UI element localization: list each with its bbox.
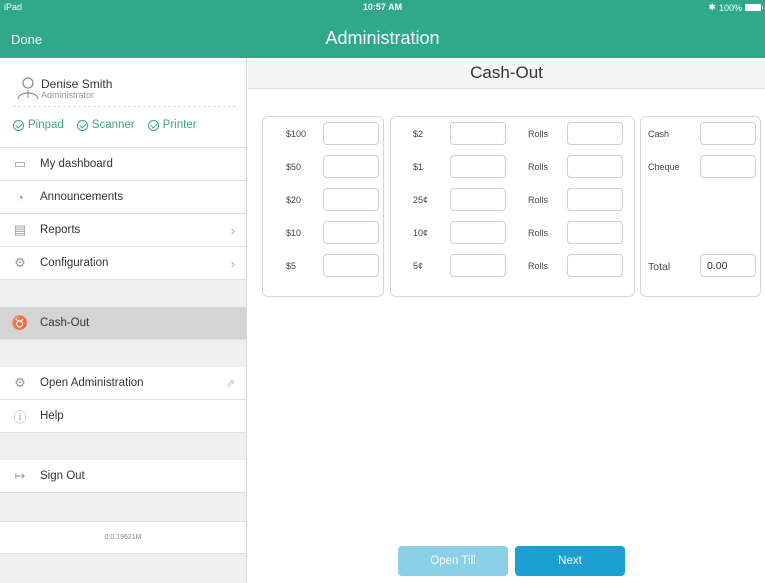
sidebar-item-label: Open Administration bbox=[40, 377, 144, 389]
announcement-icon: ◔ bbox=[16, 189, 24, 205]
nav-bar: Done Administration bbox=[0, 18, 765, 58]
coin-2-rolls-input[interactable] bbox=[567, 122, 623, 145]
sidebar-item-help[interactable]: ⓘ Help bbox=[0, 400, 246, 433]
open-till-button[interactable]: Open Till bbox=[398, 546, 508, 576]
bill-50-input[interactable] bbox=[323, 155, 379, 178]
device-pinpad: Pinpad bbox=[13, 119, 64, 131]
sidebar-item-label: Cash-Out bbox=[40, 317, 90, 329]
bill-100-input[interactable] bbox=[323, 122, 379, 145]
battery-icon bbox=[745, 4, 763, 11]
device-label: Printer bbox=[162, 119, 197, 131]
coin-1-input[interactable] bbox=[450, 155, 506, 178]
battery-status: ✱ 100% bbox=[708, 2, 763, 13]
sidebar-item-label: My dashboard bbox=[40, 158, 113, 170]
bill-label: $20 bbox=[286, 195, 302, 205]
user-name: Denise Smith bbox=[41, 77, 113, 91]
sidebar-item-sign-out[interactable]: ↦ Sign Out bbox=[0, 460, 246, 493]
sidebar-item-configuration[interactable]: ⚙ Configuration › bbox=[0, 247, 246, 280]
bill-10-input[interactable] bbox=[323, 221, 379, 244]
device-label: Pinpad bbox=[28, 119, 64, 131]
sidebar-item-dashboard[interactable]: ▭ My dashboard bbox=[0, 148, 246, 181]
coin-25c-input[interactable] bbox=[450, 188, 506, 211]
sidebar-item-label: Sign Out bbox=[40, 470, 85, 482]
device-label: Scanner bbox=[91, 119, 135, 131]
coins-panel: $2 Rolls $1 Rolls 25¢ Rolls 10¢ Rolls 5¢… bbox=[390, 116, 635, 297]
clock: 10:57 AM bbox=[362, 2, 403, 12]
rolls-label: Rolls bbox=[528, 129, 549, 139]
user-panel: Denise Smith Administrator Pinpad Scanne… bbox=[0, 58, 246, 148]
coin-10c-rolls-input[interactable] bbox=[567, 221, 623, 244]
bill-label: $10 bbox=[286, 228, 302, 238]
total-field bbox=[700, 254, 756, 277]
coin-5c-rolls-input[interactable] bbox=[567, 254, 623, 277]
cheque-input[interactable] bbox=[700, 155, 756, 178]
rolls-label: Rolls bbox=[528, 261, 549, 271]
sign-out-icon: ↦ bbox=[14, 468, 26, 483]
sidebar-item-announcements[interactable]: ◔ Announcements bbox=[0, 181, 246, 214]
bill-label: $50 bbox=[286, 162, 302, 172]
coin-25c-rolls-input[interactable] bbox=[567, 188, 623, 211]
chevron-right-icon: › bbox=[230, 255, 235, 271]
cash-label: Cash bbox=[648, 129, 670, 139]
coin-10c-input[interactable] bbox=[450, 221, 506, 244]
coin-label: 10¢ bbox=[413, 228, 429, 238]
chevron-right-icon: › bbox=[230, 222, 235, 238]
coin-5c-input[interactable] bbox=[450, 254, 506, 277]
bills-panel: $100 $50 $20 $10 $5 bbox=[262, 116, 384, 297]
sidebar: Denise Smith Administrator Pinpad Scanne… bbox=[0, 58, 247, 583]
document-icon: ▤ bbox=[13, 222, 27, 237]
version-label: 0.0.19621M bbox=[0, 521, 246, 554]
total-label: Total bbox=[648, 261, 671, 273]
check-icon bbox=[13, 119, 24, 131]
avatar bbox=[17, 77, 39, 100]
summary-panel: Cash Cheque Total bbox=[640, 116, 761, 297]
cheque-label: Cheque bbox=[648, 162, 680, 172]
top-bar: iPad 10:57 AM ✱ 100% Done Administration bbox=[0, 0, 765, 58]
user-role: Administrator bbox=[41, 90, 95, 100]
bluetooth-icon: ✱ bbox=[708, 2, 716, 12]
rolls-label: Rolls bbox=[528, 162, 549, 172]
coin-label: 5¢ bbox=[413, 261, 424, 271]
rolls-label: Rolls bbox=[528, 195, 549, 205]
help-icon: ⓘ bbox=[13, 409, 27, 425]
external-link-icon: ⇗ bbox=[225, 377, 235, 390]
bill-5-input[interactable] bbox=[323, 254, 379, 277]
bill-label: $100 bbox=[286, 129, 307, 139]
coin-label: $1 bbox=[413, 162, 424, 172]
bill-20-input[interactable] bbox=[323, 188, 379, 211]
next-button[interactable]: Next bbox=[515, 546, 625, 576]
sidebar-item-label: Help bbox=[40, 410, 64, 422]
coin-label: $2 bbox=[413, 129, 424, 139]
gear-icon: ⚙ bbox=[14, 375, 26, 390]
sidebar-item-label: Announcements bbox=[40, 191, 124, 203]
rolls-label: Rolls bbox=[528, 228, 549, 238]
page-title: Administration bbox=[325, 28, 440, 48]
dashboard-icon: ▭ bbox=[13, 156, 27, 171]
status-bar: iPad 10:57 AM ✱ 100% bbox=[0, 0, 765, 16]
sidebar-item-reports[interactable]: ▤ Reports › bbox=[0, 214, 246, 247]
divider bbox=[13, 106, 236, 107]
sidebar-item-open-administration[interactable]: ⚙ Open Administration ⇗ bbox=[0, 367, 246, 400]
coin-label: 25¢ bbox=[413, 195, 429, 205]
device-status-list: Pinpad Scanner Printer bbox=[13, 119, 197, 131]
sidebar-item-label: Configuration bbox=[40, 257, 109, 269]
gear-icon: ⚙ bbox=[14, 255, 26, 270]
sidebar-item-label: Reports bbox=[40, 224, 81, 236]
piggy-bank-icon: ♉ bbox=[11, 315, 29, 330]
check-icon bbox=[147, 119, 159, 131]
sidebar-item-cashout[interactable]: ♉ Cash-Out bbox=[0, 307, 246, 340]
battery-percent: 100% bbox=[718, 2, 742, 13]
device-scanner: Scanner bbox=[76, 119, 135, 131]
cash-input[interactable] bbox=[700, 122, 756, 145]
main-title: Cash-Out bbox=[248, 58, 765, 89]
bill-label: $5 bbox=[286, 261, 297, 271]
check-icon bbox=[76, 119, 88, 131]
coin-1-rolls-input[interactable] bbox=[567, 155, 623, 178]
coin-2-input[interactable] bbox=[450, 122, 506, 145]
device-printer: Printer bbox=[147, 119, 197, 131]
